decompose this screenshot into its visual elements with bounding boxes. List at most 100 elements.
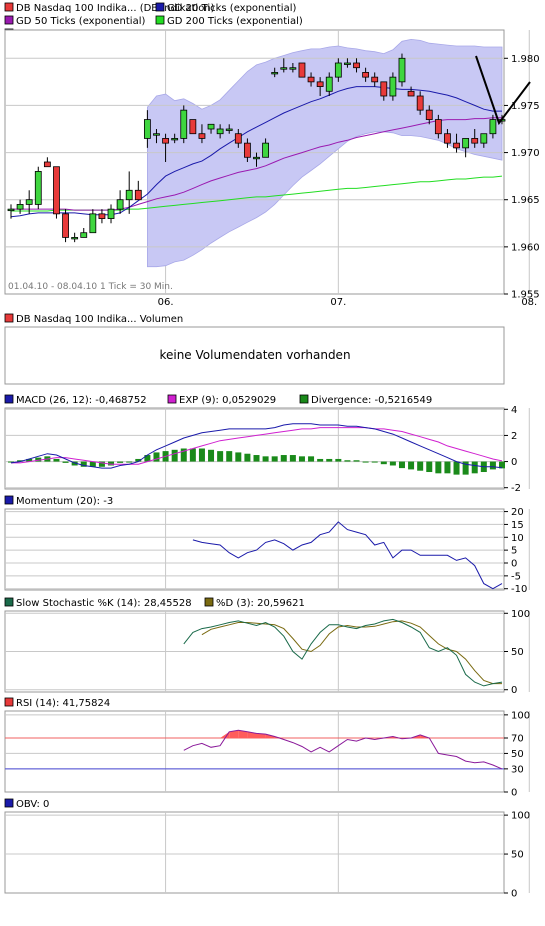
momentum-ytick-label: 20 <box>511 507 524 518</box>
macd-divergence-bar <box>426 461 433 473</box>
momentum-panel: 20 15 10 5 0-5 -10 <box>4 507 530 595</box>
main-legend-label: GD 50 Ticks (exponential) <box>16 16 145 27</box>
candle-body <box>325 76 333 92</box>
candle-body <box>398 57 406 83</box>
macd-divergence-bar <box>153 452 160 462</box>
candle-body <box>116 199 124 210</box>
main-legend-label: GD 200 Ticks (exponential) <box>167 16 303 27</box>
macd-divergence-bar <box>189 448 196 462</box>
rsi-ytick-label: 100 <box>511 710 530 721</box>
candle-body <box>53 166 60 215</box>
macd-divergence-bar <box>444 461 451 474</box>
macd-ytick-label: 4 <box>511 405 517 416</box>
macd-divergence-bar <box>471 461 478 474</box>
candle-body <box>380 81 388 97</box>
obv-legend-label: OBV: 0 <box>16 799 49 810</box>
stochastic-legend-label: Slow Stochastic %K (14): 28,45528 <box>16 598 192 609</box>
candle-body <box>298 62 306 78</box>
macd-divergence-bar <box>344 460 351 462</box>
macd-divergence-bar <box>208 449 215 462</box>
candle-body <box>389 76 397 97</box>
rsi-legend-label: RSI (14): 41,75824 <box>16 698 110 709</box>
macd-divergence-bar <box>226 451 233 462</box>
rsi-ytick-label: 70 <box>511 734 524 745</box>
candle-body <box>307 76 315 83</box>
candle-body <box>25 199 33 205</box>
rsi-panel: 100 70 50 30 0 <box>4 710 530 799</box>
macd-divergence-bar <box>435 461 442 474</box>
macd-legend-swatch <box>167 394 177 404</box>
macd-divergence-bar <box>171 449 178 462</box>
candle-body <box>89 213 97 234</box>
rsi-legend-swatch <box>4 697 14 707</box>
candle-body <box>143 119 151 139</box>
macd-divergence-bar <box>453 461 460 475</box>
macd-divergence-bar <box>298 456 305 462</box>
price-panel: 1.9551.9601.9651.9701.9751.98006. 07. 08. <box>4 29 540 308</box>
macd-divergence-bar <box>380 461 387 465</box>
momentum-ytick-label: 10 <box>511 533 524 544</box>
candle-body <box>198 133 206 139</box>
candle-body <box>171 138 179 141</box>
candle-body <box>489 119 497 135</box>
candle-body <box>453 142 460 149</box>
candle-body <box>125 189 133 201</box>
candle-body <box>98 213 106 219</box>
candle-body <box>16 204 24 210</box>
candle-body <box>462 138 470 149</box>
candle-body <box>207 123 215 130</box>
candle-body <box>316 81 324 87</box>
momentum-ytick-label: -10 <box>511 584 527 595</box>
momentum-legend-swatch <box>4 495 14 505</box>
candle-body <box>344 62 351 65</box>
macd-divergence-bar <box>408 461 415 470</box>
macd-divergence-bar <box>335 458 342 462</box>
macd-divergence-bar <box>271 456 278 462</box>
candle-body <box>216 128 224 135</box>
macd-divergence-bar <box>262 456 269 462</box>
stochastic-ytick-label: 100 <box>511 609 530 620</box>
macd-divergence-bar <box>326 458 333 462</box>
macd-divergence-bar <box>117 461 124 463</box>
candle-body <box>34 171 42 205</box>
macd-divergence-bar <box>217 451 224 462</box>
stochastic-legend: Slow Stochastic %K (14): 28,45528 %D (3):… <box>4 597 305 609</box>
candle-body <box>62 213 69 238</box>
macd-divergence-bar <box>353 460 360 462</box>
candle-body <box>80 232 88 238</box>
macd-divergence-bar <box>198 448 205 462</box>
stochastic-ytick-label: 0 <box>511 685 517 696</box>
date-tick-label: 06. <box>158 297 174 308</box>
candle-body <box>134 189 142 201</box>
candle-body <box>107 208 115 219</box>
volume-legend: DB Nasdaq 100 Indika... Volumen <box>4 313 183 325</box>
macd-legend-label: EXP (9): 0,0529029 <box>179 395 276 406</box>
candle-body <box>416 95 424 111</box>
macd-divergence-bar <box>62 461 69 463</box>
candle-body <box>280 67 288 70</box>
macd-divergence-bar <box>317 458 324 462</box>
candle-body <box>253 156 260 160</box>
candle-body <box>271 72 279 75</box>
obv-legend: OBV: 0 <box>4 798 49 810</box>
candle-body <box>444 133 451 144</box>
main-legend-swatch <box>155 15 165 25</box>
obv-ytick-label: 0 <box>511 889 517 900</box>
main-legend-swatch <box>155 2 165 12</box>
candle-body <box>289 67 297 70</box>
candle-body <box>180 109 188 139</box>
momentum-frame <box>4 508 505 591</box>
macd-divergence-bar <box>371 461 378 463</box>
momentum-legend: Momentum (20): -3 <box>4 495 113 507</box>
macd-legend-label: Divergence: -0,5216549 <box>311 395 432 406</box>
candle-body <box>153 133 160 136</box>
obv-ytick-label: 100 <box>511 811 530 822</box>
macd-divergence-bar <box>53 458 60 462</box>
candle-body <box>43 161 51 168</box>
price-ytick-label: 1.980 <box>511 54 540 65</box>
candle-body <box>434 119 442 135</box>
macd-ytick-label: 0 <box>511 457 517 468</box>
rsi-frame <box>4 710 505 793</box>
candle-body <box>362 72 370 78</box>
stochastic-panel: 100 50 0 <box>4 609 530 696</box>
